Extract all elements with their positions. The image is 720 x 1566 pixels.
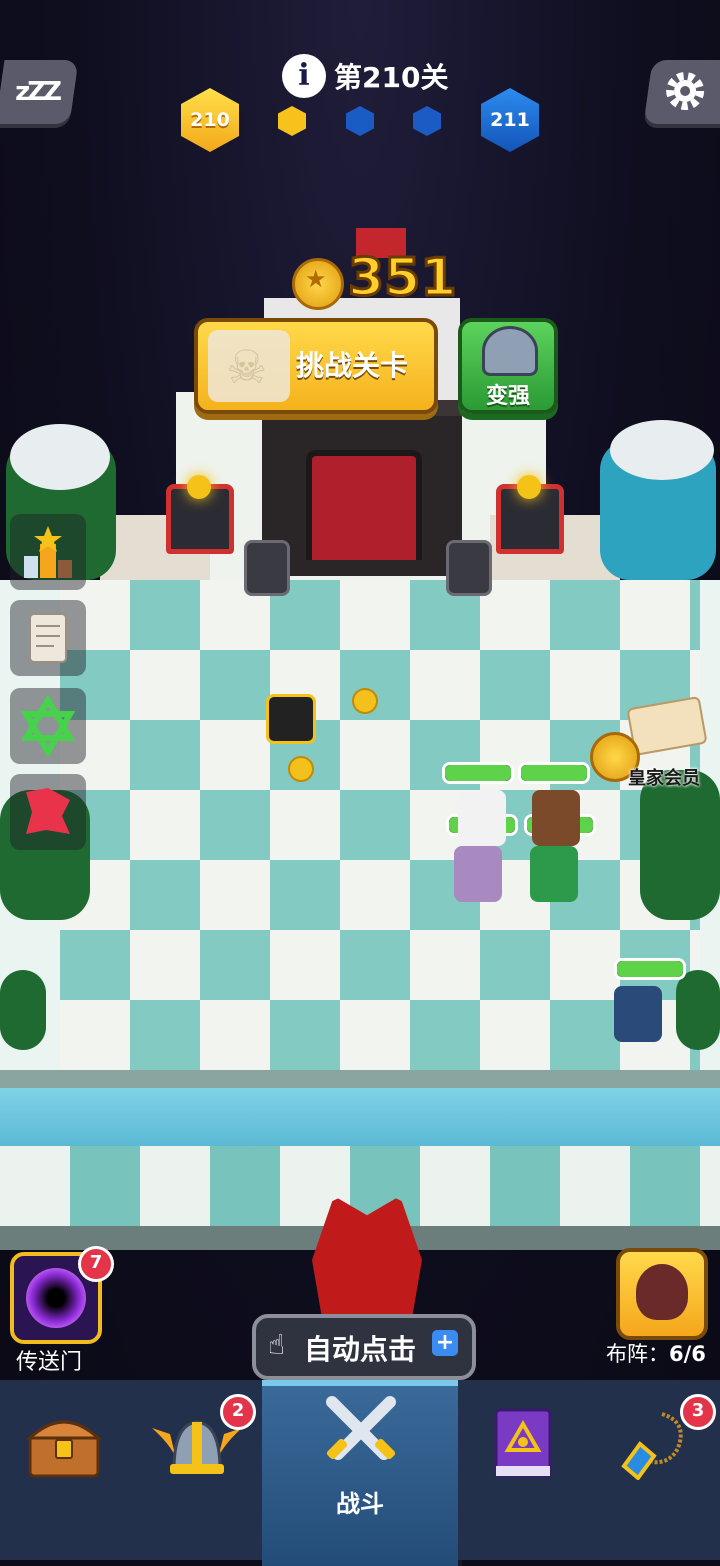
coin-icon bbox=[292, 258, 344, 310]
enemy-hp-bar bbox=[518, 762, 590, 784]
sleep-label: zZZ bbox=[15, 77, 59, 107]
tab-battle-label: 战斗 bbox=[336, 1490, 384, 1518]
vip-label[interactable]: 皇家会员 bbox=[628, 764, 700, 790]
coin-reward-amount: 351 bbox=[347, 247, 459, 310]
enemy-hp-bar bbox=[614, 958, 686, 980]
pine-tree bbox=[676, 970, 720, 1050]
challenge-label: 挑战关卡 bbox=[296, 349, 409, 382]
checker-floor bbox=[60, 580, 700, 1070]
fire-brazier bbox=[496, 475, 564, 554]
settings-button[interactable] bbox=[643, 60, 720, 124]
tab-heroes[interactable]: 2 bbox=[130, 1380, 266, 1560]
snow-cap bbox=[10, 424, 110, 490]
sleep-button[interactable]: zZZ bbox=[0, 60, 79, 124]
barrel bbox=[446, 540, 492, 596]
gear-icon bbox=[666, 72, 705, 110]
pine-tree bbox=[0, 970, 46, 1050]
board-wall bbox=[0, 1070, 720, 1090]
red-arrow-icon bbox=[26, 788, 70, 834]
snow-cap bbox=[610, 420, 714, 480]
dropped-coin[interactable] bbox=[352, 688, 378, 714]
enemy-unit bbox=[458, 790, 506, 846]
hexagram-icon bbox=[20, 696, 76, 756]
quest-scroll-button[interactable] bbox=[10, 600, 86, 676]
moat-water bbox=[0, 1088, 720, 1148]
equipment-badge: 3 bbox=[680, 1394, 716, 1430]
game-scene bbox=[0, 0, 720, 1380]
portal-badge: 7 bbox=[78, 1246, 114, 1282]
formation-count: 6/6 bbox=[669, 1342, 706, 1366]
tab-chest[interactable] bbox=[0, 1380, 134, 1560]
portal-label: 传送门 bbox=[16, 1350, 83, 1375]
tab-spellbook[interactable] bbox=[458, 1380, 594, 1560]
hexagram-button[interactable] bbox=[10, 688, 86, 764]
tab-battle[interactable]: 战斗 bbox=[262, 1380, 462, 1566]
heroes-badge: 2 bbox=[220, 1394, 256, 1430]
info-icon[interactable]: i bbox=[282, 54, 326, 98]
enemy-unit bbox=[454, 846, 502, 902]
formation-hero-icon bbox=[636, 1264, 688, 1320]
formation-text: 布阵： bbox=[606, 1342, 669, 1366]
spellbook-icon bbox=[494, 1408, 552, 1478]
dropped-coin[interactable] bbox=[288, 756, 314, 782]
red-arrow-button[interactable] bbox=[10, 774, 86, 850]
player-hero bbox=[266, 694, 316, 744]
ranking-icon bbox=[24, 526, 72, 578]
enemy-unit bbox=[532, 790, 580, 846]
power-up-button[interactable]: 变强 bbox=[458, 318, 558, 414]
plus-icon: + bbox=[432, 1330, 458, 1356]
amulet-icon bbox=[621, 1412, 683, 1480]
enemy-hp-bar bbox=[442, 762, 514, 784]
formation-button[interactable] bbox=[616, 1248, 708, 1340]
skull-badge: ☠ bbox=[208, 330, 290, 402]
skull-icon: ☠ bbox=[226, 340, 268, 394]
castle-gate bbox=[306, 450, 422, 560]
winged-helmet-icon bbox=[482, 326, 538, 376]
auto-click-label: 自动点击 bbox=[304, 1333, 417, 1366]
scroll-icon bbox=[29, 613, 67, 663]
barrel bbox=[244, 540, 290, 596]
formation-label: 布阵：6/6 bbox=[606, 1338, 706, 1368]
fire-brazier bbox=[166, 475, 234, 554]
tab-equipment[interactable]: 3 bbox=[590, 1380, 720, 1560]
ranking-button[interactable] bbox=[10, 514, 86, 590]
level-title: 第210关 bbox=[334, 61, 449, 94]
crossed-swords-icon bbox=[326, 1396, 396, 1460]
challenge-stage-button[interactable]: ☠ 挑战关卡 bbox=[194, 318, 438, 414]
power-up-label: 变强 bbox=[485, 384, 530, 409]
portal-icon bbox=[26, 1268, 86, 1328]
auto-click-button[interactable]: ☝ 自动点击 + bbox=[252, 1314, 476, 1380]
enemy-unit bbox=[530, 846, 578, 902]
tap-hand-icon: ☝ bbox=[268, 1328, 286, 1361]
treasure-chest-icon bbox=[26, 1420, 102, 1478]
pine-tree bbox=[640, 770, 720, 920]
enemy-unit bbox=[614, 986, 662, 1042]
